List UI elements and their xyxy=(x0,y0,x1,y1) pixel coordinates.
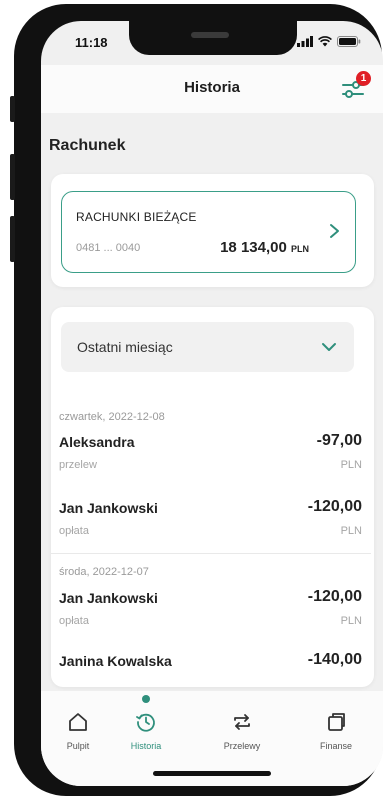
signal-icon xyxy=(297,36,313,47)
status-time: 11:18 xyxy=(75,35,108,50)
nav-item-historia[interactable]: Historia xyxy=(111,711,181,751)
nav-label: Przelewy xyxy=(223,741,261,751)
page-title: Historia xyxy=(184,79,240,96)
account-balance-currency: PLN xyxy=(291,244,309,254)
transaction-currency: PLN xyxy=(340,525,362,537)
date-header: czwartek, 2022-12-08 xyxy=(59,411,165,423)
transaction-name: Aleksandra xyxy=(59,434,135,450)
top-bar: Historia 1 xyxy=(41,65,383,113)
chevron-right-icon xyxy=(330,224,339,238)
transaction-name: Jan Jankowski xyxy=(59,500,158,516)
nav-item-finanse[interactable]: Finanse xyxy=(301,711,371,751)
phone-frame: 11:18 Historia 1 Rachunek RACHUNKI BIEŻĄ… xyxy=(10,4,383,796)
speaker-grille xyxy=(191,32,229,38)
transaction-amount: -97,00 xyxy=(316,432,362,449)
status-icons xyxy=(297,36,361,47)
active-tab-indicator xyxy=(142,695,150,703)
group-divider xyxy=(51,553,371,554)
volume-up-button xyxy=(10,154,15,200)
filter-button[interactable]: 1 xyxy=(339,71,371,103)
period-dropdown[interactable]: Ostatni miesiąc xyxy=(61,322,354,372)
transaction-name: Jan Jankowski xyxy=(59,590,158,606)
history-icon xyxy=(136,713,155,732)
nav-label: Historia xyxy=(130,741,162,751)
nav-item-przelewy[interactable]: Przelewy xyxy=(207,711,277,751)
battery-icon xyxy=(337,36,361,47)
period-label: Ostatni miesiąc xyxy=(77,339,173,355)
account-balance-value: 18 134,00 xyxy=(220,239,287,256)
transaction-type: przelew xyxy=(59,459,97,471)
transaction-currency: PLN xyxy=(340,615,362,627)
account-name: RACHUNKI BIEŻĄCE xyxy=(76,210,197,224)
transaction-type: opłata xyxy=(59,525,89,537)
chevron-down-icon xyxy=(322,343,336,351)
home-indicator[interactable] xyxy=(153,771,271,776)
transaction-amount: -140,00 xyxy=(307,651,362,668)
wifi-icon xyxy=(318,36,332,47)
finance-icon xyxy=(328,713,345,731)
nav-item-pulpit[interactable]: Pulpit xyxy=(43,711,113,751)
date-header: środa, 2022-12-07 xyxy=(59,566,149,578)
transaction-type: opłata xyxy=(59,615,89,627)
section-label: Rachunek xyxy=(49,137,126,154)
account-card: RACHUNKI BIEŻĄCE 0481 ... 0040 18 134,00… xyxy=(51,174,374,287)
transaction-amount: -120,00 xyxy=(307,498,362,515)
account-selector[interactable]: RACHUNKI BIEŻĄCE 0481 ... 0040 18 134,00… xyxy=(61,191,356,273)
transaction-amount: -120,00 xyxy=(307,588,362,605)
mute-switch xyxy=(10,96,15,122)
nav-label: Finanse xyxy=(319,741,353,751)
account-balance: 18 134,00 PLN xyxy=(220,239,309,256)
account-number: 0481 ... 0040 xyxy=(76,242,141,254)
filter-count-badge: 1 xyxy=(356,71,371,86)
nav-label: Pulpit xyxy=(66,741,90,751)
home-icon xyxy=(69,713,87,731)
transaction-currency: PLN xyxy=(340,459,362,471)
app-screen: 11:18 Historia 1 Rachunek RACHUNKI BIEŻĄ… xyxy=(41,21,383,786)
transaction-name: Janina Kowalska xyxy=(59,653,172,669)
transfer-icon xyxy=(234,714,250,730)
notch xyxy=(129,21,297,55)
history-card: Ostatni miesiąc czwartek, 2022-12-08 Ale… xyxy=(51,307,374,687)
volume-down-button xyxy=(10,216,15,262)
